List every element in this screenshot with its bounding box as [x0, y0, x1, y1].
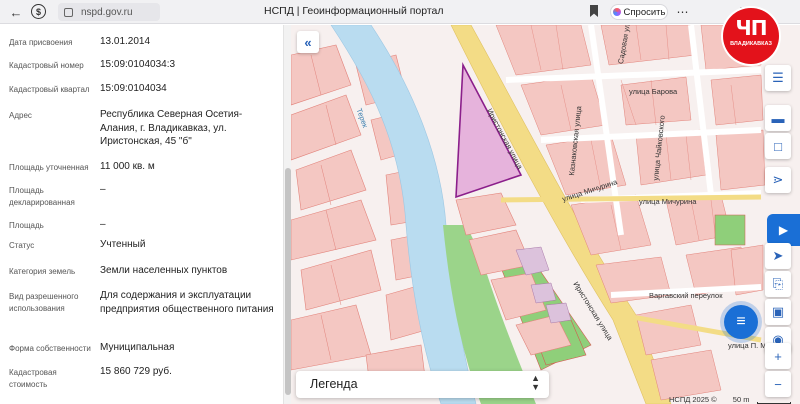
map-attribution: НСПД 2025 © 50 m: [669, 395, 749, 404]
info-label: Кадастровая стоимость: [9, 368, 57, 389]
info-label: Площадь уточненная: [9, 163, 89, 172]
map-view[interactable]: Иристонская улица Иристонская улица улиц…: [291, 25, 800, 404]
ai-icon: [612, 8, 621, 16]
plus-icon[interactable]: +: [765, 343, 791, 369]
info-value: 15 860 729 руб.: [100, 366, 172, 377]
info-label: Статус: [9, 241, 35, 250]
scale-value: 50 m: [732, 395, 750, 404]
ellipsis-icon[interactable]: ⋯: [674, 3, 692, 21]
locate-arrow-icon[interactable]: ➤: [765, 243, 791, 269]
street-label: Варгавский переулок: [649, 291, 723, 300]
double-chevron-left-icon[interactable]: «: [297, 31, 319, 53]
info-label: Вид разрешенного использования: [9, 292, 79, 313]
ruler-icon[interactable]: ▬: [765, 105, 791, 131]
legend-panel[interactable]: Легенда ▲ ▼: [296, 371, 549, 398]
browser-logo-icon[interactable]: $: [31, 4, 46, 19]
info-value: –: [100, 184, 106, 195]
url-text: nspd.gov.ru: [81, 6, 133, 18]
info-label: Кадастровый номер: [9, 61, 84, 70]
street-label: улица Мичурина: [639, 197, 697, 206]
screen-icon[interactable]: ▣: [765, 299, 791, 325]
info-value: 15:09:0104034:3: [100, 59, 176, 70]
info-value: Республика Северная Осетия-Алания, г. Вл…: [100, 109, 243, 147]
logo-small-text: ВЛАДИКАВКАЗ: [730, 41, 772, 47]
browser-toolbar: ← $ nspd.gov.ru НСПД | Геоинформационный…: [0, 0, 800, 24]
map-canvas[interactable]: [291, 25, 800, 404]
green-square-east: [714, 214, 746, 246]
select-area-icon[interactable]: □: [765, 133, 791, 159]
info-value: Муниципальная: [100, 342, 175, 353]
arrow-left-icon[interactable]: ←: [7, 3, 25, 21]
info-value: Земли населенных пунктов: [100, 265, 228, 276]
info-value: 11 000 кв. м: [100, 161, 155, 172]
street-label: улица Барова: [629, 87, 678, 96]
logo-big-text: ЧП: [735, 16, 768, 40]
attribution-text: НСПД 2025 ©: [669, 395, 717, 404]
street-label: улица П. М.: [728, 341, 769, 350]
info-label: Кадастровый квартал: [9, 85, 90, 94]
object-info-panel: Дата присвоения 13.01.2014 Кадастровый ном…: [0, 25, 283, 404]
info-value: Для содержания и эксплуатации предприяти…: [100, 290, 274, 315]
ask-button[interactable]: Спросить: [610, 4, 668, 20]
info-value: 15:09:0104034: [100, 83, 167, 94]
ask-label: Спросить: [623, 6, 666, 18]
lock-icon: [64, 7, 73, 17]
info-label: Форма собственности: [9, 344, 91, 353]
chat-icon[interactable]: ≡: [724, 305, 758, 339]
page-title: НСПД | Геоинформационный портал: [264, 5, 444, 17]
layers-icon[interactable]: ☰: [765, 65, 791, 91]
info-label: Адрес: [9, 111, 32, 120]
bookmark-icon[interactable]: [590, 5, 598, 17]
info-label: Площадь декларированная: [9, 186, 75, 207]
address-bar[interactable]: nspd.gov.ru: [58, 3, 160, 21]
share-icon[interactable]: ⋗: [765, 167, 791, 193]
info-label: Площадь: [9, 221, 44, 230]
channel-logo: ЧП ВЛАДИКАВКАЗ: [723, 8, 779, 64]
legend-title: Легенда: [310, 377, 358, 391]
info-value: –: [100, 219, 106, 230]
feedback-icon[interactable]: ▶: [767, 214, 800, 246]
info-value: Учтенный: [100, 239, 146, 250]
print-icon[interactable]: ⎘: [765, 271, 791, 297]
info-scrollbar[interactable]: [283, 25, 291, 404]
info-label: Категория земель: [9, 267, 76, 276]
info-value: 13.01.2014: [100, 36, 151, 47]
info-label: Дата присвоения: [9, 38, 73, 47]
minus-icon[interactable]: −: [765, 371, 791, 397]
expand-toggle-icon[interactable]: ▲ ▼: [531, 374, 540, 392]
